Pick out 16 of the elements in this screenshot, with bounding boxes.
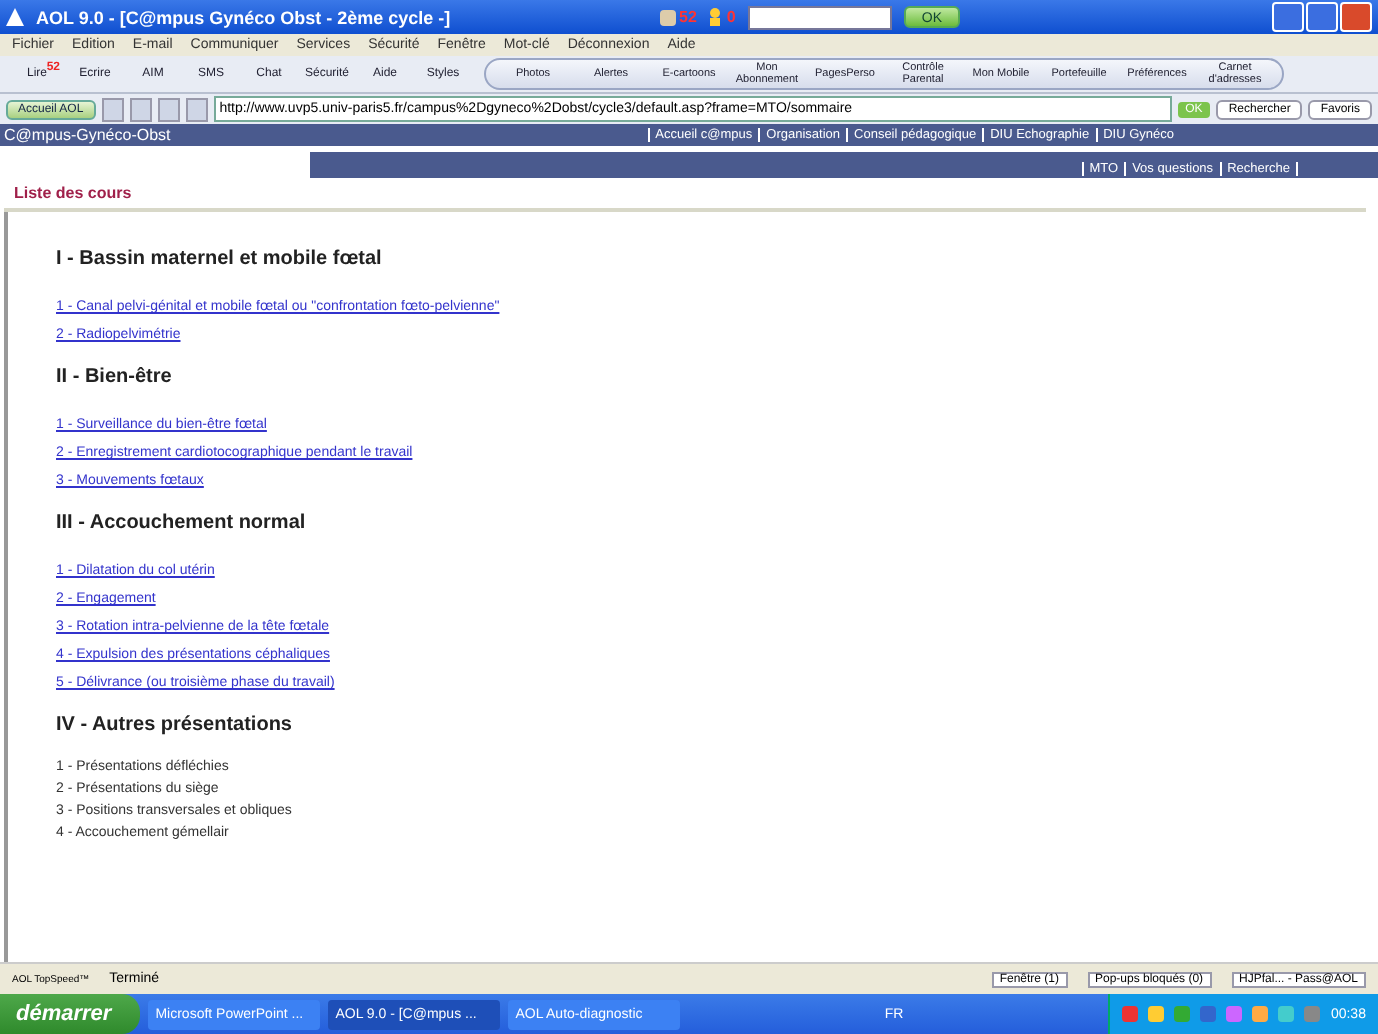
maximize-button[interactable] [1306, 2, 1338, 32]
mail-count: 52 [679, 8, 697, 26]
section-heading: I - Bassin maternel et mobile fœtal [56, 248, 384, 270]
keyword-field[interactable] [747, 5, 892, 29]
page-title: Liste des cours [4, 178, 1366, 212]
section-heading: IV - Autres présentations [56, 714, 294, 736]
site-logo: C@mpus-Gynéco-Obst [4, 126, 171, 144]
start-button[interactable]: démarrer [0, 994, 140, 1034]
window-title: AOL 9.0 - [C@mpus Gynéco Obst - 2ème cycle -] [36, 7, 453, 27]
section-heading: III - Accouchement normal [56, 512, 308, 534]
section-heading: II - Bien-être [56, 366, 174, 388]
minimize-button[interactable] [1272, 2, 1304, 32]
aol-logo-icon [6, 8, 24, 26]
im-count: 0 [726, 8, 736, 26]
buddy-icon [708, 8, 723, 26]
close-button[interactable] [1340, 2, 1372, 32]
